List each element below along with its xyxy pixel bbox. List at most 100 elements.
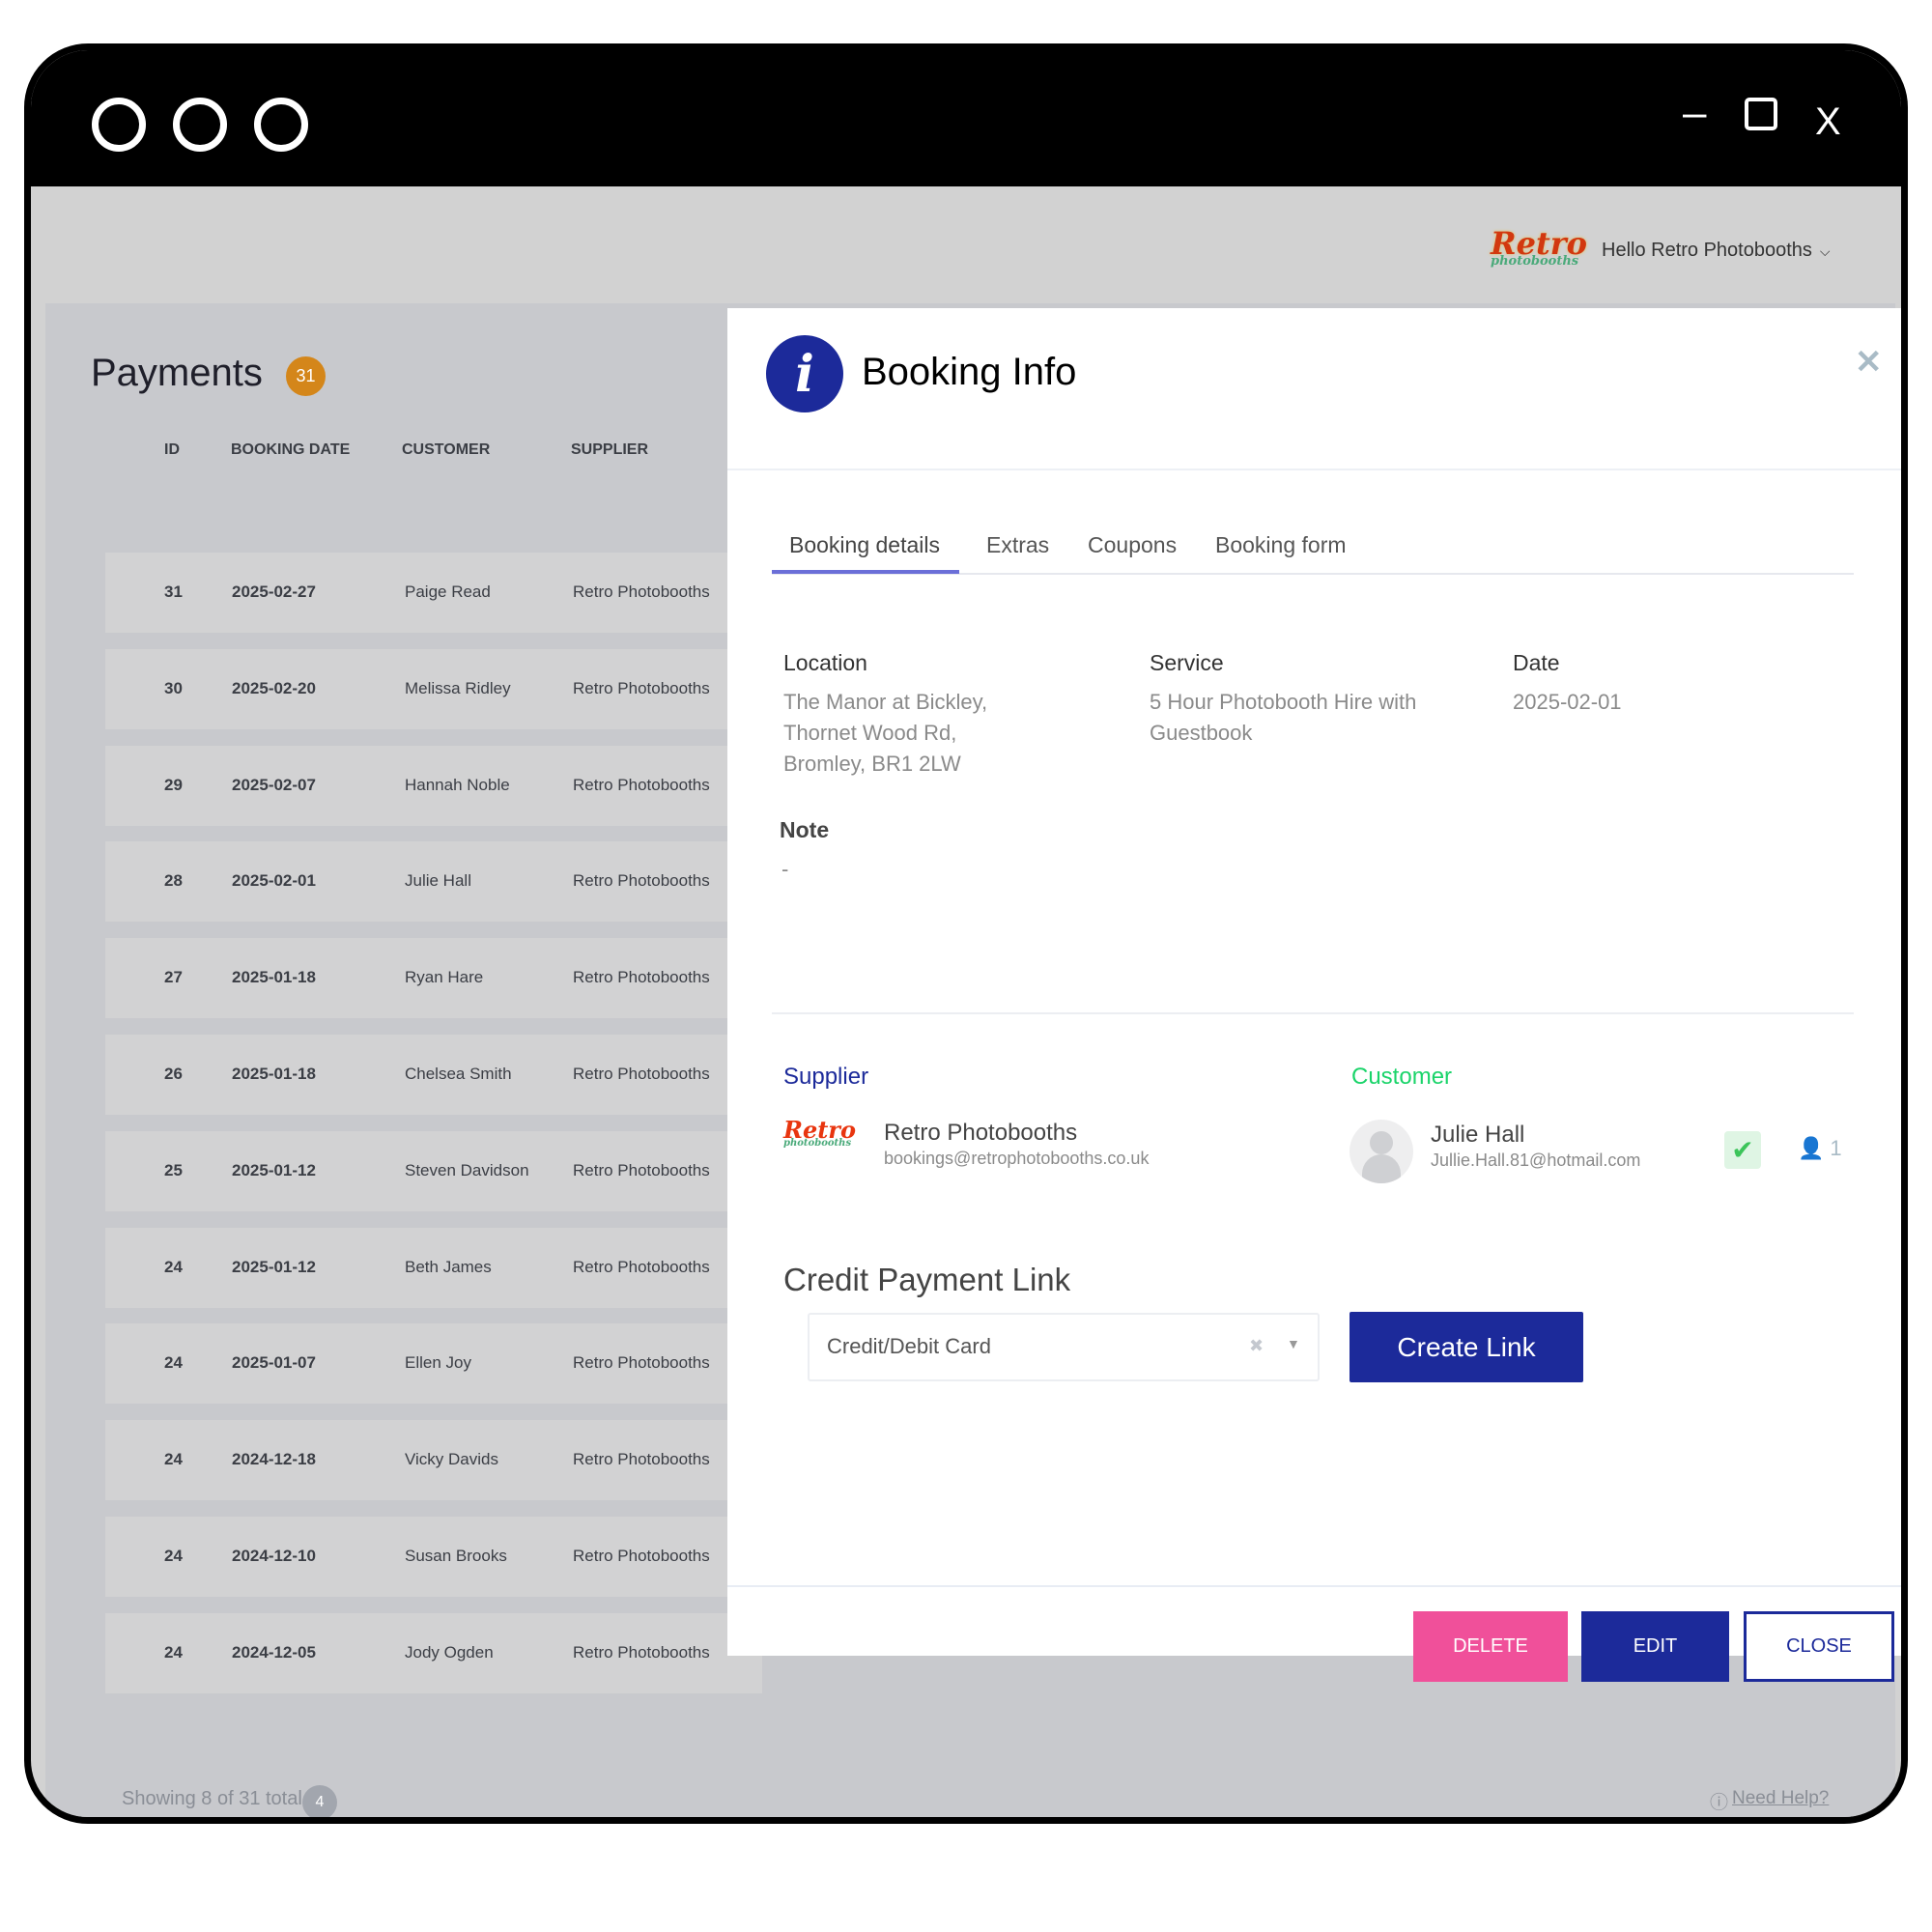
user-menu[interactable]: Hello Retro Photobooths ⌵ — [1602, 240, 1831, 262]
table-row[interactable]: 24 2024-12-05 Jody Ogden Retro Photobooths — [105, 1612, 762, 1693]
cell-customer: Susan Brooks — [405, 1547, 507, 1565]
customer-email[interactable]: Jullie.Hall.81@hotmail.com — [1431, 1151, 1640, 1171]
cell-customer: Chelsea Smith — [405, 1065, 512, 1083]
cell-supplier: Retro Photobooths — [573, 1450, 710, 1469]
note-value: - — [781, 857, 789, 881]
supplier-name: Retro Photobooths — [884, 1120, 1078, 1146]
cell-id: 24 — [164, 1257, 183, 1276]
cell-supplier: Retro Photobooths — [573, 1547, 710, 1565]
cell-booking-date: 2025-02-20 — [232, 678, 316, 697]
supplier-email[interactable]: bookings@retrophotobooths.co.uk — [884, 1149, 1149, 1169]
caret-down-icon[interactable]: ▼ — [1287, 1336, 1300, 1351]
window-circle-icon[interactable] — [92, 98, 146, 152]
count-badge: 31 — [286, 356, 326, 396]
cell-booking-date: 2025-01-12 — [232, 1160, 316, 1179]
cell-customer: Melissa Ridley — [405, 678, 511, 697]
cell-id: 24 — [164, 1353, 183, 1373]
booking-info-modal: i Booking Info ✕ Booking details Extras … — [727, 308, 1901, 1682]
table-row[interactable]: 25 2025-01-12 Steven Davidson Retro Photobo… — [105, 1130, 762, 1211]
edit-button[interactable]: EDIT — [1581, 1611, 1729, 1682]
cell-booking-date: 2025-01-18 — [232, 968, 316, 987]
cell-booking-date: 2025-01-07 — [232, 1353, 316, 1373]
tab-extras[interactable]: Extras — [986, 532, 1049, 558]
close-window-button[interactable]: X — [1815, 100, 1841, 144]
cell-booking-date: 2025-01-12 — [232, 1257, 316, 1276]
tab-booking-details[interactable]: Booking details — [789, 532, 940, 558]
create-link-button[interactable]: Create Link — [1350, 1312, 1583, 1382]
avatar — [1350, 1120, 1413, 1183]
header-divider — [727, 469, 1901, 470]
column-header-booking-date[interactable]: BOOKING DATE — [231, 441, 350, 459]
table-row[interactable]: 24 2025-01-12 Beth James Retro Photobooths — [105, 1227, 762, 1308]
cell-customer: Steven Davidson — [405, 1160, 529, 1179]
payment-method-select[interactable]: Credit/Debit Card ✖ ▼ — [808, 1313, 1320, 1381]
table-row[interactable]: 24 2024-12-18 Vicky Davids Retro Photobooth… — [105, 1420, 762, 1501]
chevron-down-icon: ⌵ — [1819, 243, 1831, 259]
tab-booking-form[interactable]: Booking form — [1215, 532, 1347, 558]
table-row[interactable]: 29 2025-02-07 Hannah Noble Retro Photobooth… — [105, 745, 762, 826]
cell-id: 31 — [164, 582, 183, 601]
cell-supplier: Retro Photobooths — [573, 1160, 710, 1179]
date-label: Date — [1513, 650, 1560, 675]
cell-customer: Julie Hall — [405, 871, 471, 891]
cell-booking-date: 2024-12-05 — [232, 1642, 316, 1662]
column-header-customer[interactable]: CUSTOMER — [402, 441, 490, 459]
table-row[interactable]: 28 2025-02-01 Julie Hall Retro Photobooths — [105, 841, 762, 923]
tab-coupons[interactable]: Coupons — [1088, 532, 1177, 558]
modal-title: Booking Info — [862, 351, 1077, 393]
help-icon: ⓘ — [1710, 1793, 1729, 1813]
cell-booking-date: 2025-02-27 — [232, 582, 316, 601]
showing-count: Showing 8 of 31 total — [122, 1788, 302, 1809]
cell-supplier: Retro Photobooths — [573, 871, 710, 891]
column-header-supplier[interactable]: SUPPLIER — [571, 441, 648, 459]
cell-customer: Hannah Noble — [405, 775, 510, 794]
cell-id: 30 — [164, 678, 183, 697]
cell-booking-date: 2024-12-18 — [232, 1450, 316, 1469]
active-tab-indicator — [772, 570, 959, 574]
close-icon[interactable]: ✕ — [1855, 343, 1883, 382]
cell-id: 24 — [164, 1547, 183, 1565]
column-header-id[interactable]: ID — [164, 441, 180, 459]
cell-customer: Vicky Davids — [405, 1450, 498, 1469]
cell-supplier: Retro Photobooths — [573, 968, 710, 987]
cell-id: 24 — [164, 1642, 183, 1662]
need-help-link[interactable]: ⓘ Need Help? — [1710, 1788, 1829, 1814]
cell-supplier: Retro Photobooths — [573, 678, 710, 697]
guest-count: 👤 1 — [1798, 1136, 1842, 1160]
cell-booking-date: 2025-02-01 — [232, 871, 316, 891]
table-row[interactable]: 27 2025-01-18 Ryan Hare Retro Photobooths — [105, 938, 762, 1019]
window-circle-icon[interactable] — [254, 98, 308, 152]
delete-button[interactable]: DELETE — [1413, 1611, 1568, 1682]
cell-id: 25 — [164, 1160, 183, 1179]
cell-supplier: Retro Photobooths — [573, 1065, 710, 1083]
table-row[interactable]: 24 2025-01-07 Ellen Joy Retro Photobooths — [105, 1323, 762, 1405]
restore-button[interactable] — [1745, 98, 1777, 130]
window-circle-icon[interactable] — [173, 98, 227, 152]
cell-id: 24 — [164, 1450, 183, 1469]
page-badge[interactable]: 4 — [302, 1785, 337, 1817]
cell-supplier: Retro Photobooths — [573, 1642, 710, 1662]
top-header: Retro photobooths Hello Retro Photobooth… — [31, 186, 1901, 303]
table-row[interactable]: 31 2025-02-27 Paige Read Retro Photobooths — [105, 553, 762, 633]
minimize-button[interactable]: – — [1683, 89, 1706, 137]
greeting: Hello Retro Photobooths — [1602, 240, 1812, 261]
table-row[interactable]: 24 2024-12-10 Susan Brooks Retro Photobooth… — [105, 1517, 762, 1597]
cell-booking-date: 2024-12-10 — [232, 1547, 316, 1565]
cell-supplier: Retro Photobooths — [573, 1353, 710, 1373]
person-icon: 👤 — [1798, 1136, 1825, 1160]
title-bar: – X — [31, 50, 1901, 186]
close-button[interactable]: CLOSE — [1744, 1611, 1894, 1682]
customer-name: Julie Hall — [1431, 1122, 1525, 1148]
cell-id: 29 — [164, 775, 183, 794]
cell-booking-date: 2025-02-07 — [232, 775, 316, 794]
check-icon[interactable]: ✔ — [1724, 1131, 1761, 1169]
table-row[interactable]: 26 2025-01-18 Chelsea Smith Retro Photoboot… — [105, 1035, 762, 1115]
cell-supplier: Retro Photobooths — [573, 582, 710, 601]
retro-logo: Retro photobooths — [1491, 225, 1587, 269]
table-row[interactable]: 30 2025-02-20 Melissa Ridley Retro Photoboo… — [105, 648, 762, 729]
info-icon: i — [766, 335, 843, 412]
cell-customer: Jody Ogden — [405, 1642, 494, 1662]
date-value: 2025-02-01 — [1513, 690, 1622, 714]
clear-icon[interactable]: ✖ — [1249, 1336, 1264, 1356]
cell-id: 26 — [164, 1065, 183, 1083]
